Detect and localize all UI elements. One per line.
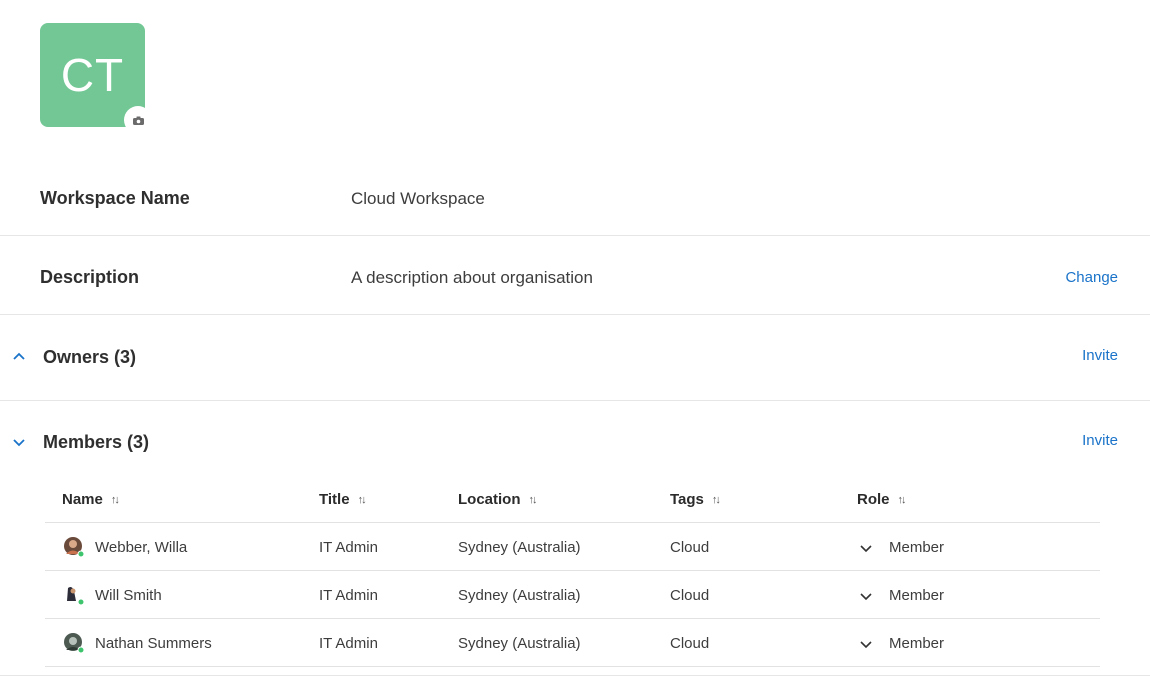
- member-name: Will Smith: [95, 587, 162, 604]
- workspace-name-value: Cloud Workspace: [351, 189, 485, 208]
- description-value: A description about organisation: [351, 268, 593, 287]
- member-title: IT Admin: [319, 587, 378, 604]
- workspace-name-label: Workspace Name: [40, 188, 190, 208]
- member-name: Webber, Willa: [95, 539, 188, 556]
- member-name: Nathan Summers: [95, 635, 212, 652]
- role-dropdown-chevron-icon[interactable]: [859, 589, 873, 603]
- column-header-name[interactable]: Name ↑↓: [62, 491, 120, 508]
- member-title: IT Admin: [319, 635, 378, 652]
- column-header-tags[interactable]: Tags ↑↓: [670, 491, 721, 508]
- sort-icon: ↑↓: [528, 493, 538, 506]
- member-location: Sydney (Australia): [458, 539, 581, 556]
- change-description-link[interactable]: Change: [1065, 269, 1118, 286]
- avatar: [64, 633, 84, 653]
- table-row[interactable]: Webber, Willa IT Admin Sydney (Australia…: [45, 523, 1100, 571]
- members-section-header[interactable]: Members (3) Invite: [0, 401, 1150, 471]
- invite-member-link[interactable]: Invite: [1082, 432, 1118, 449]
- change-photo-button[interactable]: [124, 106, 152, 134]
- table-row[interactable]: Will Smith IT Admin Sydney (Australia) C…: [45, 571, 1100, 619]
- members-title: Members (3): [43, 432, 150, 452]
- avatar: [64, 585, 84, 605]
- column-label: Name: [62, 491, 103, 508]
- member-tags: Cloud: [670, 587, 710, 604]
- description-label: Description: [40, 267, 140, 287]
- table-header-row: Name ↑↓ Title ↑↓ Location ↑↓ Tags ↑↓ Role ↑↓: [45, 478, 1100, 523]
- member-tags: Cloud: [670, 635, 710, 652]
- owners-section-header[interactable]: Owners (3) Invite: [0, 315, 1150, 401]
- member-location: Sydney (Australia): [458, 587, 581, 604]
- workspace-initials: CT: [60, 49, 125, 101]
- avatar: [64, 537, 84, 557]
- column-label: Role: [857, 491, 890, 508]
- camera-icon: [132, 116, 144, 125]
- member-role[interactable]: Member: [889, 635, 944, 652]
- table-row[interactable]: Nathan Summers IT Admin Sydney (Australi…: [45, 619, 1100, 667]
- description-row: Description A description about organisa…: [0, 236, 1150, 315]
- workspace-name-row: Workspace Name Cloud Workspace: [0, 160, 1150, 236]
- sort-icon: ↑↓: [110, 493, 120, 506]
- invite-owner-link[interactable]: Invite: [1082, 347, 1118, 364]
- sort-icon: ↑↓: [897, 493, 907, 506]
- column-header-title[interactable]: Title ↑↓: [319, 491, 367, 508]
- sort-icon: ↑↓: [711, 493, 721, 506]
- role-dropdown-chevron-icon[interactable]: [859, 541, 873, 555]
- member-role[interactable]: Member: [889, 539, 944, 556]
- role-dropdown-chevron-icon[interactable]: [859, 637, 873, 651]
- member-tags: Cloud: [670, 539, 710, 556]
- owners-title: Owners (3): [43, 347, 137, 367]
- column-header-location[interactable]: Location ↑↓: [458, 491, 538, 508]
- chevron-down-icon[interactable]: [11, 434, 27, 450]
- column-label: Tags: [670, 491, 704, 508]
- column-label: Title: [319, 491, 350, 508]
- sort-icon: ↑↓: [357, 493, 367, 506]
- column-label: Location: [458, 491, 521, 508]
- member-location: Sydney (Australia): [458, 635, 581, 652]
- chevron-up-icon[interactable]: [11, 349, 27, 365]
- members-table: Name ↑↓ Title ↑↓ Location ↑↓ Tags ↑↓ Role ↑↓ …: [45, 478, 1100, 667]
- section-divider: [0, 675, 1150, 676]
- member-role[interactable]: Member: [889, 587, 944, 604]
- column-header-role[interactable]: Role ↑↓: [857, 491, 907, 508]
- member-title: IT Admin: [319, 539, 378, 556]
